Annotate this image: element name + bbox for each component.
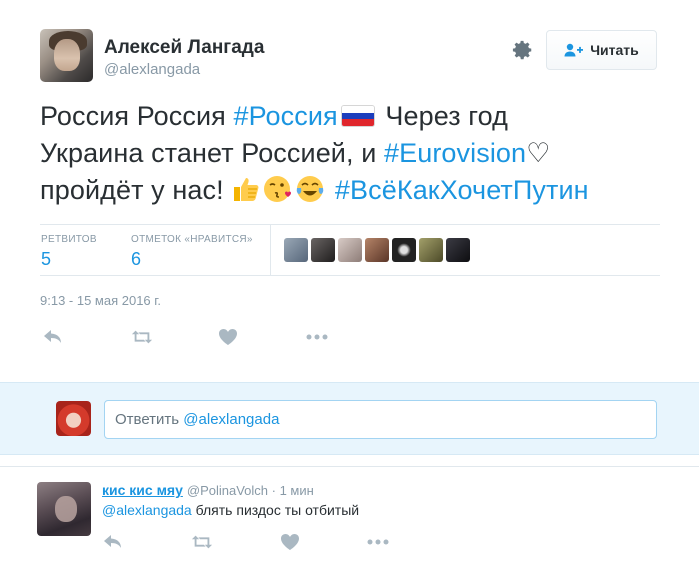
reply-icon[interactable]	[42, 328, 64, 346]
tears-of-joy-emoji	[297, 176, 324, 202]
retweets-count: 5	[41, 249, 52, 269]
retweet-icon[interactable]	[131, 328, 153, 346]
likes-label: ОТМЕТОК «НРАВИТСЯ»	[131, 234, 253, 245]
reply-mention[interactable]: @alexlangada	[102, 502, 192, 518]
reply-composer: Ответить @alexlangada	[0, 382, 699, 455]
reply-icon[interactable]	[102, 533, 124, 551]
tweet-text-segment: Россия Россия	[40, 101, 234, 131]
retweet-icon[interactable]	[191, 533, 213, 551]
likers-avatars	[284, 238, 470, 262]
heart-icon[interactable]	[217, 328, 239, 346]
tweet-header: Алексей Лангада @alexlangada Читать	[40, 29, 660, 85]
reply-tweet[interactable]: кис кис мяу @PolinaVolch · 1 мин @alexlan…	[0, 466, 699, 563]
liker-avatar[interactable]	[419, 238, 443, 262]
retweets-stat[interactable]: РЕТВИТОВ 5	[41, 234, 97, 270]
heart-symbol: ♡	[526, 138, 551, 169]
likes-stat[interactable]: ОТМЕТОК «НРАВИТСЯ» 6	[131, 234, 253, 270]
tweet-text-segment: пройдёт у нас!	[40, 175, 232, 205]
reply-input[interactable]: Ответить @alexlangada	[104, 400, 657, 439]
tweet-stats: РЕТВИТОВ 5 ОТМЕТОК «НРАВИТСЯ» 6	[40, 224, 660, 276]
tweet-text: Россия Россия #Россия Через год Украина …	[40, 98, 680, 209]
tweet-text-segment: Через год	[377, 101, 509, 131]
stats-divider	[270, 225, 271, 275]
retweets-label: РЕТВИТОВ	[41, 234, 97, 245]
hashtag-eurovision[interactable]: #Eurovision	[384, 138, 526, 168]
russia-flag-emoji	[340, 105, 375, 127]
reply-tweet-header: кис кис мяу @PolinaVolch · 1 мин	[102, 482, 314, 498]
likes-count: 6	[131, 249, 142, 269]
reply-text: блять пиздос ты отбитый	[191, 502, 360, 518]
reply-input-mention: @alexlangada	[183, 411, 280, 428]
liker-avatar[interactable]	[365, 238, 389, 262]
current-user-avatar[interactable]	[56, 401, 91, 436]
liker-avatar[interactable]	[446, 238, 470, 262]
tweet-timestamp[interactable]: 9:13 - 15 мая 2016 г.	[40, 293, 161, 308]
reply-author-name[interactable]: кис кис мяу	[102, 482, 183, 498]
reply-tweet-text: @alexlangada блять пиздос ты отбитый	[102, 502, 359, 518]
reply-tweet-time[interactable]: · 1 мин	[268, 483, 314, 498]
follow-button[interactable]: Читать	[546, 30, 657, 70]
gear-icon[interactable]	[512, 39, 534, 61]
more-icon[interactable]	[306, 328, 328, 346]
reply-input-prefix: Ответить	[115, 411, 184, 428]
author-avatar[interactable]	[40, 29, 93, 82]
tweet-actions	[0, 328, 699, 348]
follow-button-label: Читать	[590, 42, 639, 58]
face-blowing-kiss-emoji	[264, 176, 292, 202]
hashtag-russia[interactable]: #Россия	[234, 101, 338, 131]
author-name[interactable]: Алексей Лангада	[104, 37, 264, 59]
author-handle[interactable]: @alexlangada	[104, 61, 200, 78]
liker-avatar[interactable]	[392, 238, 416, 262]
reply-author-handle[interactable]: @PolinaVolch	[187, 483, 268, 498]
tweet-text-segment: Украина станет Россией, и	[40, 138, 384, 168]
liker-avatar[interactable]	[311, 238, 335, 262]
add-user-icon	[564, 43, 584, 57]
hashtag-vse-kak-hochet-putin[interactable]: #ВсёКакХочетПутин	[335, 175, 589, 205]
heart-icon[interactable]	[279, 533, 301, 551]
more-icon[interactable]	[367, 533, 389, 551]
reply-tweet-actions	[0, 533, 699, 553]
reply-author-avatar[interactable]	[37, 482, 91, 536]
thumbs-up-emoji	[234, 178, 259, 201]
liker-avatar[interactable]	[338, 238, 362, 262]
liker-avatar[interactable]	[284, 238, 308, 262]
